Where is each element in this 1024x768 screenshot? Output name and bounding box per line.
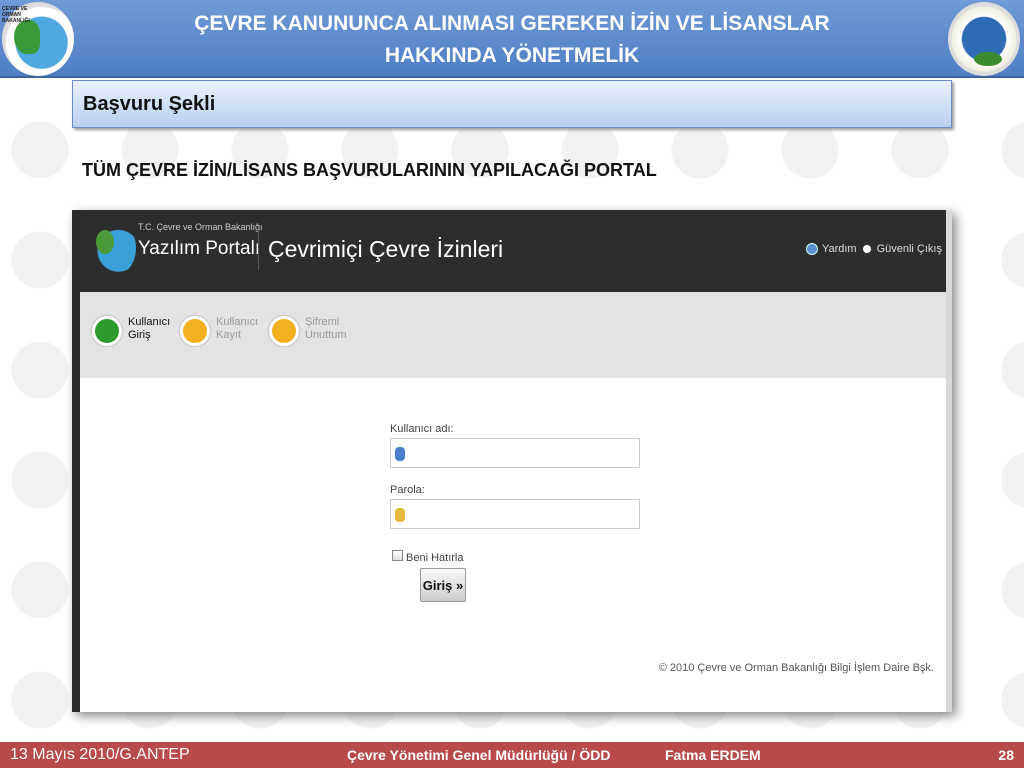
footer-author: Fatma ERDEM bbox=[665, 747, 761, 763]
username-input[interactable] bbox=[390, 438, 640, 468]
app-title: Çevrimiçi Çevre İzinleri bbox=[268, 236, 504, 262]
power-icon bbox=[860, 243, 873, 255]
help-icon bbox=[805, 243, 818, 255]
nav-forgot-password[interactable]: Şifremi Unuttum bbox=[269, 316, 347, 346]
remember-checkbox[interactable] bbox=[392, 550, 403, 561]
section-title: Başvuru Şekli bbox=[72, 80, 952, 128]
nav-login[interactable]: Kullanıcı Giriş bbox=[92, 316, 170, 346]
slide-header: ÇEVRE VE ORMAN BAKANLIĞI ÇEVRE KANUNUNCA… bbox=[0, 0, 1024, 78]
help-link[interactable]: Yardım bbox=[822, 243, 857, 255]
ministry-name: T.C. Çevre ve Orman Bakanlığı bbox=[138, 222, 263, 232]
key-icon bbox=[269, 316, 299, 346]
subtitle: TÜM ÇEVRE İZİN/LİSANS BAŞVURULARININ YAP… bbox=[82, 160, 657, 180]
password-label: Parola: bbox=[390, 484, 425, 496]
cevre-izinleri-logo bbox=[948, 2, 1020, 76]
divider bbox=[258, 230, 259, 270]
portal-nav: Kullanıcı Giriş Kullanıcı Kayıt Şifremi Unu… bbox=[80, 292, 946, 378]
key-icon bbox=[395, 508, 405, 522]
portal-logo bbox=[92, 220, 136, 276]
slide-title: ÇEVRE KANUNUNCA ALINMASI GEREKEN İZİN VE… bbox=[194, 12, 830, 67]
footer-org: Çevre Yönetimi Genel Müdürlüğü / ÖDD bbox=[347, 747, 611, 763]
portal-screenshot: T.C. Çevre ve Orman Bakanlığı Yazılım Po… bbox=[72, 210, 952, 712]
logout-link[interactable]: Güvenli Çıkış bbox=[877, 243, 942, 255]
user-icon bbox=[395, 447, 405, 461]
portal-header: T.C. Çevre ve Orman Bakanlığı Yazılım Po… bbox=[80, 210, 946, 292]
username-label: Kullanıcı adı: bbox=[390, 423, 454, 435]
nav-register[interactable]: Kullanıcı Kayıt bbox=[180, 316, 258, 346]
add-user-icon bbox=[180, 316, 210, 346]
footer-date: 13 Mayıs 2010/G.ANTEP bbox=[10, 746, 190, 763]
page-number: 28 bbox=[998, 747, 1014, 763]
ministry-logo: ÇEVRE VE ORMAN BAKANLIĞI bbox=[2, 2, 74, 76]
portal-name: Yazılım Portalı bbox=[138, 238, 261, 259]
ministry-logo-text: ÇEVRE VE ORMAN BAKANLIĞI bbox=[2, 6, 30, 24]
remember-label: Beni Hatırla bbox=[406, 552, 464, 564]
copyright: © 2010 Çevre ve Orman Bakanlığı Bilgi İş… bbox=[658, 662, 934, 674]
user-icon bbox=[92, 316, 122, 346]
login-button[interactable]: Giriş » bbox=[420, 568, 466, 602]
password-input[interactable] bbox=[390, 499, 640, 529]
slide-footer: 13 Mayıs 2010/G.ANTEP Çevre Yönetimi Gen… bbox=[0, 742, 1024, 768]
